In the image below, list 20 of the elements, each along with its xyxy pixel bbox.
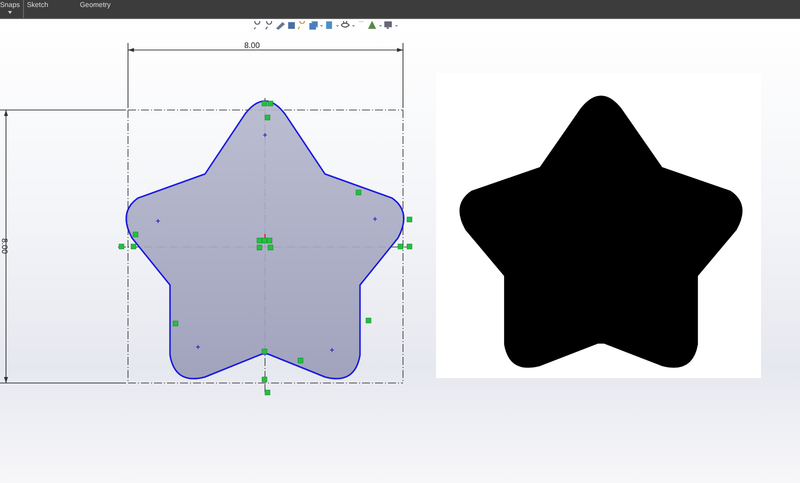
dimension-label[interactable]: 8.00: [244, 41, 260, 50]
caret-icon[interactable]: [336, 24, 339, 26]
center-point-icon: [156, 218, 160, 224]
caret-icon[interactable]: [379, 24, 382, 26]
relation-icon[interactable]: [262, 348, 268, 354]
center-point-icon: [196, 344, 200, 350]
center-point-icon: [262, 132, 268, 138]
dimension-label[interactable]: 8.00: [0, 238, 9, 254]
caret-icon[interactable]: [352, 24, 355, 26]
relation-icon[interactable]: [264, 390, 270, 396]
relation-icon[interactable]: [406, 216, 412, 222]
caret-icon[interactable]: [320, 24, 323, 26]
relation-icon[interactable]: [366, 318, 372, 324]
caret-icon[interactable]: [8, 11, 12, 14]
center-point-icon: [372, 216, 378, 222]
eye-icon[interactable]: [341, 21, 350, 30]
relation-icon[interactable]: [262, 376, 268, 382]
caret-icon[interactable]: [395, 24, 398, 26]
center-point-icon: [330, 348, 334, 352]
monitor-icon[interactable]: [384, 21, 393, 30]
